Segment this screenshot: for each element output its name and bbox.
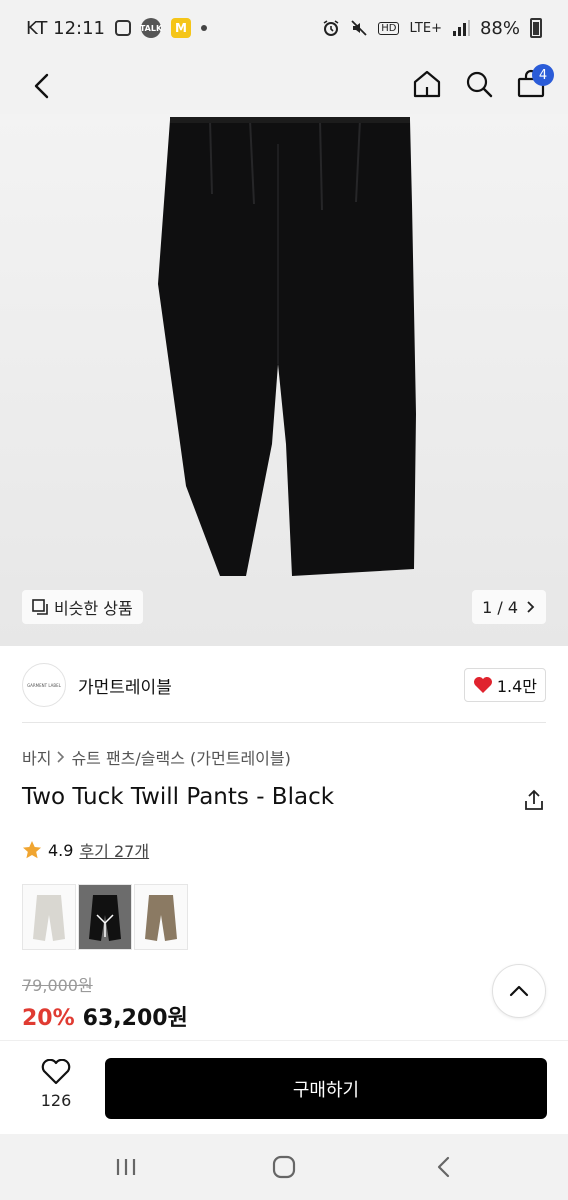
rating-value: 4.9: [48, 840, 74, 860]
divider: [22, 722, 546, 723]
chevron-up-icon: [509, 985, 529, 997]
product-image: [158, 117, 416, 576]
cart-count-badge: 4: [532, 64, 554, 86]
top-nav: 4: [0, 56, 568, 114]
star-icon: [23, 841, 41, 859]
swatch-beige-image: [145, 895, 177, 941]
mute-icon: [351, 20, 367, 36]
buy-button[interactable]: 구매하기: [105, 1058, 547, 1119]
similar-icon: [32, 599, 48, 615]
chevron-right-icon: [527, 601, 535, 613]
sale-price: 63,200원: [82, 1006, 188, 1031]
image-pager[interactable]: 1 / 4: [472, 590, 546, 624]
brand-like-count: 1.4만: [496, 677, 537, 696]
hd-icon: HD: [378, 21, 400, 35]
battery-level: 88%: [479, 17, 520, 39]
back-icon: [34, 73, 49, 99]
signal-icon: [452, 20, 470, 36]
price-row: 20% 63,200원: [22, 1000, 188, 1032]
breadcrumb-item-subcategory[interactable]: 슈트 팬츠/슬랙스 (가먼트레이블): [71, 745, 290, 769]
brand-logo-text: GARMENT LABEL: [27, 682, 61, 688]
m-app-icon: M: [171, 18, 191, 38]
discount-rate: 20%: [22, 1006, 75, 1031]
wishlist-count: 126: [40, 1091, 72, 1110]
battery-icon: [530, 18, 542, 38]
recent-apps-icon: [116, 1159, 136, 1175]
cart-button[interactable]: 4: [514, 64, 554, 104]
home-icon: [413, 70, 441, 98]
share-button[interactable]: [520, 786, 548, 814]
brand-like-button[interactable]: 1.4만: [463, 668, 546, 702]
original-price: 79,000원: [22, 976, 93, 995]
similar-products-button[interactable]: 비슷한 상품: [22, 590, 143, 624]
network-type: LTE+: [409, 20, 442, 36]
status-bar: KT 12:11 TALK M HD LTE+ 88%: [0, 0, 568, 56]
heart-filled-icon: [473, 677, 492, 693]
swatch-light-gray-image: [33, 895, 65, 941]
similar-products-label: 비슷한 상품: [54, 599, 133, 618]
kakaotalk-icon: TALK: [140, 18, 162, 38]
share-icon: [525, 789, 543, 810]
product-title: Two Tuck Twill Pants - Black: [22, 784, 335, 810]
product-image-carousel[interactable]: 비슷한 상품 1 / 4: [0, 114, 568, 646]
search-button[interactable]: [462, 64, 496, 104]
color-swatches: [22, 884, 188, 950]
bottom-action-bar: 126 구매하기: [0, 1040, 568, 1134]
recent-apps-button[interactable]: [106, 1152, 146, 1182]
swatch-black-image: [89, 895, 121, 941]
system-back-button[interactable]: [424, 1152, 464, 1182]
brand-logo[interactable]: GARMENT LABEL: [22, 663, 66, 707]
alarm-icon: [323, 20, 339, 36]
calendar-icon: [115, 20, 131, 36]
breadcrumb-item-category[interactable]: 바지: [22, 745, 51, 769]
brand-row: GARMENT LABEL 가먼트레이블 1.4만: [22, 662, 546, 708]
scroll-to-top-button[interactable]: [492, 964, 546, 1018]
swatch-light-gray[interactable]: [22, 884, 76, 950]
breadcrumb: 바지 슈트 팬츠/슬랙스 (가먼트레이블): [22, 745, 291, 769]
home-system-button[interactable]: [264, 1152, 304, 1182]
pager-text: 1 / 4: [482, 597, 518, 617]
brand-name[interactable]: 가먼트레이블: [78, 673, 172, 698]
search-icon: [466, 71, 493, 98]
heart-outline-icon: [41, 1059, 71, 1085]
back-button[interactable]: [22, 66, 62, 106]
home-button[interactable]: [410, 64, 444, 104]
back-arrow-icon: [437, 1156, 450, 1178]
reviews-link[interactable]: 후기 27개: [79, 838, 149, 862]
home-circle-icon: [272, 1155, 296, 1179]
swatch-beige[interactable]: [134, 884, 188, 950]
system-nav-bar: [0, 1134, 568, 1200]
rating-row: 4.9 후기 27개: [22, 838, 149, 862]
more-notifications-icon: [201, 25, 207, 31]
wishlist-button[interactable]: 126: [24, 1059, 88, 1110]
swatch-black[interactable]: [78, 884, 132, 950]
chevron-right-icon: [57, 751, 65, 763]
carrier-time: KT 12:11: [26, 17, 105, 39]
